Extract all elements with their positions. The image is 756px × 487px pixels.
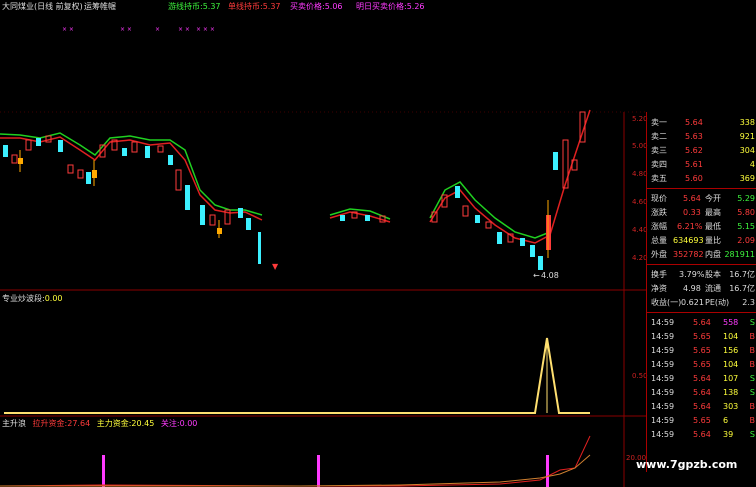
signal-markers: × × × × × × × × × × [62, 26, 215, 33]
indicator1-line [4, 337, 590, 414]
chart-area[interactable]: × × × × × × × × × × ▼ 4.08 ← [0, 0, 646, 487]
trade-row: 14:59 5.65 156 B [651, 346, 755, 355]
stat-row-5: 外盘 352782 内盘 281911 [651, 250, 755, 259]
stat-row-2: 涨跌 0.33 最高 5.80 [651, 208, 755, 217]
separator [647, 312, 756, 313]
trade-row: 14:59 5.65 104 B [651, 332, 755, 341]
stat-row-4: 总量 634693 量比 2.09 [651, 236, 755, 245]
stock-chart-screen: 大同煤业(日线 前复权) 运筹帷幄 游线持币:5.37 单线持币:5.37 买卖… [0, 0, 756, 487]
svg-text:× ×: × × [178, 26, 190, 33]
ma-red-line-3 [429, 109, 591, 244]
svg-text:× × ×: × × × [196, 26, 215, 33]
trade-row: 14:59 5.64 303 B [651, 402, 755, 411]
trade-row: 14:59 5.64 138 S [651, 388, 755, 397]
svg-text:× ×: × × [62, 26, 74, 33]
stat2-row-1: 换手 3.79% 股本 16.7亿 [651, 270, 755, 279]
trade-row: 14:59 5.64 39 S [651, 430, 755, 439]
trade-row: 14:59 5.65 6 B [651, 416, 755, 425]
down-arrow-icon: ▼ [272, 262, 279, 271]
indicator2-line-red [0, 435, 591, 487]
indicator2-label: 主升浪 拉升资金:27.64 主力资金:20.45 关注:0.00 [2, 419, 198, 428]
ma-red-line-2 [329, 211, 391, 223]
indicator1-label: 专业炒波段:0.00 [2, 294, 63, 303]
svg-text:× ×: × × [120, 26, 132, 33]
trade-row: 14:59 5.64 107 S [651, 374, 755, 383]
stat2-row-2: 净资 4.98 流通 16.7亿 [651, 284, 755, 293]
candle-wicks [19, 150, 549, 258]
ask-row-4[interactable]: 卖四 5.61 4 [647, 158, 756, 171]
ma-green-line-3 [429, 181, 551, 239]
svg-text:×: × [155, 26, 160, 33]
separator [647, 264, 756, 265]
trade-row: 14:59 5.65 104 B [651, 360, 755, 369]
ask-row-3[interactable]: 卖三 5.62 304 [647, 144, 756, 157]
watermark: www.7gpzb.com [636, 458, 738, 471]
trade-row: 14:59 5.64 558 S [651, 318, 755, 327]
stat-row-1: 现价 5.64 今开 5.29 [651, 194, 755, 203]
ask-row-5[interactable]: 卖五 5.60 369 [647, 172, 756, 185]
separator [647, 188, 756, 189]
indicator2-line-yellow [0, 454, 591, 487]
stat2-row-3: 收益(一) 0.621 PE(动) 2.3 [651, 298, 755, 307]
ask-row-2[interactable]: 卖二 5.63 921 [647, 130, 756, 143]
stat-row-3: 涨幅 6.21% 最低 5.15 [651, 222, 755, 231]
quote-panel: 卖一 5.64 338 卖二 5.63 921 卖三 5.62 304 卖四 5… [646, 112, 756, 472]
low-arrow-icon: ← [533, 271, 540, 280]
low-price-label: 4.08 [541, 271, 559, 280]
ask-row-1[interactable]: 卖一 5.64 338 [647, 116, 756, 129]
candles [3, 111, 586, 270]
